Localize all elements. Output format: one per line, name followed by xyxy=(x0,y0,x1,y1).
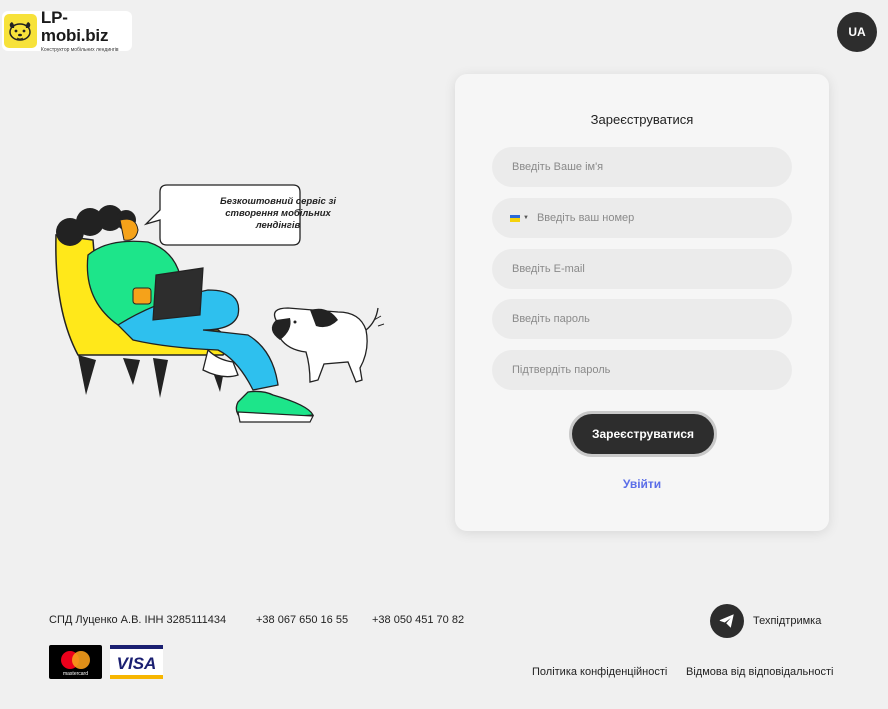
visa-label: VISA xyxy=(117,654,157,673)
phone-2[interactable]: +38 050 451 70 82 xyxy=(372,614,464,626)
password-input[interactable] xyxy=(512,313,792,325)
disclaimer-link[interactable]: Відмова від відповідальності xyxy=(686,666,833,678)
mastercard-logo: mastercard xyxy=(49,645,102,679)
confirm-password-field[interactable] xyxy=(492,350,792,390)
mastercard-label: mastercard xyxy=(63,671,88,677)
email-input[interactable] xyxy=(512,263,792,275)
phone-field[interactable]: ▼ xyxy=(492,198,792,238)
privacy-policy-link[interactable]: Політика конфіденційності xyxy=(532,666,667,678)
login-link[interactable]: Увійти xyxy=(455,477,829,491)
telegram-plane-icon xyxy=(710,604,744,638)
speech-bubble-text: Безкоштовний сервіс зі створення мобільн… xyxy=(220,196,336,231)
phone-input[interactable] xyxy=(536,212,792,224)
register-button[interactable]: Зареєструватися xyxy=(569,411,717,457)
phone-1[interactable]: +38 067 650 16 55 xyxy=(256,614,348,626)
logo-name: LP-mobi.biz xyxy=(40,8,109,45)
name-field[interactable] xyxy=(492,147,792,187)
support-button[interactable]: Техпідтримка xyxy=(710,604,821,638)
ukraine-flag-icon[interactable]: ▼ xyxy=(510,214,529,222)
support-label: Техпідтримка xyxy=(753,615,822,627)
email-field[interactable] xyxy=(492,249,792,289)
hero-illustration: Безкоштовний сервіс зі створення мобільн… xyxy=(48,180,388,430)
chevron-down-icon: ▼ xyxy=(523,215,529,221)
dog-face-icon xyxy=(4,14,37,48)
logo-tagline: Конструктор мобільних лендингів xyxy=(40,47,119,53)
password-field[interactable] xyxy=(492,299,792,339)
logo[interactable]: LP-mobi.biz Конструктор мобільних лендин… xyxy=(2,8,132,53)
name-input[interactable] xyxy=(512,161,792,173)
language-switch-button[interactable]: UA xyxy=(837,12,877,52)
registration-card: Зареєструватися ▼ Зареєструватися Увійти xyxy=(455,74,829,531)
company-info: СПД Луценко А.В. ІНН 3285111434 xyxy=(49,614,227,626)
visa-logo: VISA xyxy=(110,645,163,679)
form-title: Зареєструватися xyxy=(590,112,694,127)
confirm-password-input[interactable] xyxy=(512,364,792,376)
